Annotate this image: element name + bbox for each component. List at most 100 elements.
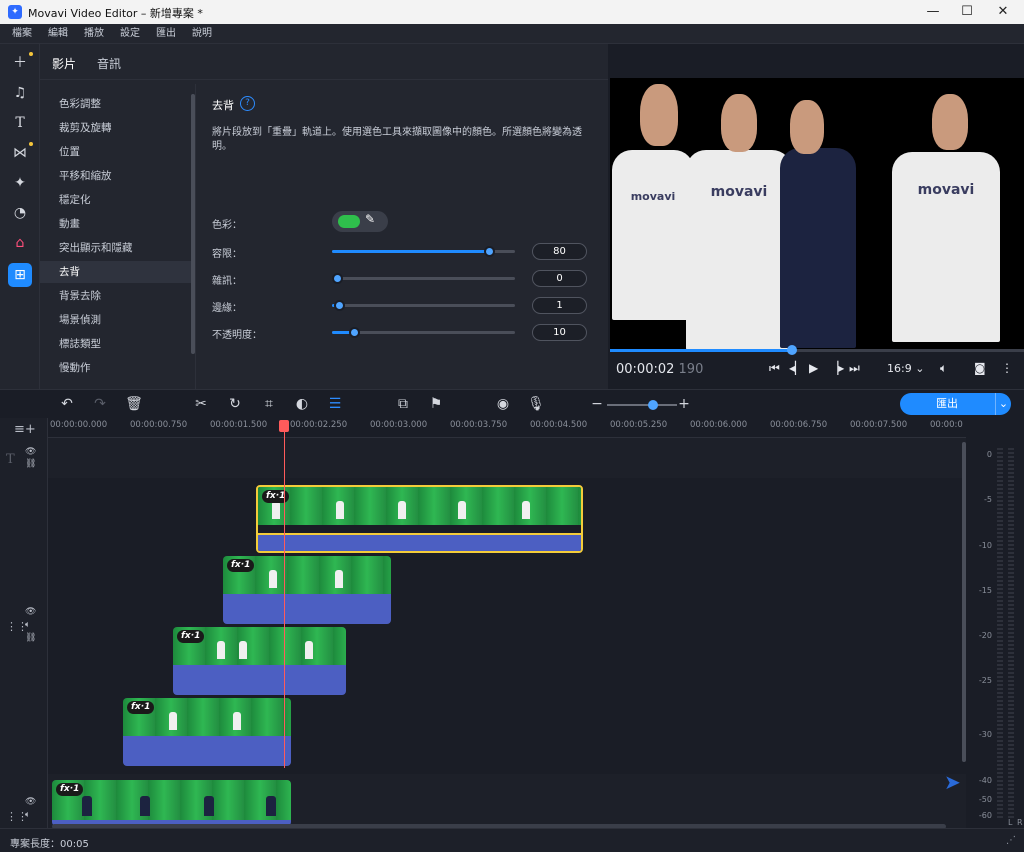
text-icon[interactable]: T: [8, 111, 32, 135]
add-track-icon[interactable]: ≡+: [14, 422, 36, 437]
time-ruler[interactable]: 00:00:00.000 00:00:00.750 00:00:01.500 0…: [48, 418, 966, 438]
slider-thumb[interactable]: [349, 327, 360, 338]
menu-file[interactable]: 檔案: [4, 24, 40, 44]
effect-item[interactable]: 穩定化: [40, 189, 192, 211]
skip-start-icon[interactable]: ⏮: [769, 361, 780, 376]
resize-grip-icon[interactable]: ⋰: [1006, 835, 1016, 846]
seek-thumb[interactable]: [787, 345, 797, 355]
fx-badge[interactable]: fx·1: [177, 630, 205, 643]
color-swatch[interactable]: [338, 215, 360, 228]
crop-icon[interactable]: ⌗: [260, 396, 278, 412]
aspect-ratio-select[interactable]: 16:9 ⌄: [887, 362, 924, 375]
video-clip[interactable]: fx·1: [173, 627, 346, 695]
slider-thumb[interactable]: [484, 246, 495, 257]
video-clip-selected[interactable]: fx·1: [256, 485, 583, 553]
undo-icon[interactable]: ↶: [58, 396, 76, 412]
noise-value[interactable]: 0: [532, 270, 587, 287]
zoom-out-icon[interactable]: −: [588, 396, 606, 412]
video-clip[interactable]: fx·1: [223, 556, 391, 624]
eyedropper-icon[interactable]: ✎: [365, 212, 375, 226]
main-video-clip[interactable]: fx·1: [52, 780, 291, 826]
effect-item[interactable]: 平移和縮放: [40, 165, 192, 187]
effect-item[interactable]: 裁剪及旋轉: [40, 117, 192, 139]
transition-wizard-icon[interactable]: ⧉: [394, 396, 412, 412]
minimize-button[interactable]: —: [916, 2, 950, 22]
edges-slider[interactable]: [332, 300, 515, 311]
effect-item[interactable]: 慢動作: [40, 357, 192, 379]
music-icon[interactable]: ♫: [8, 81, 32, 105]
microphone-icon[interactable]: 🎙︎: [527, 396, 545, 412]
menu-help[interactable]: 說明: [184, 24, 220, 44]
visibility-icon[interactable]: 👁︎: [25, 447, 36, 457]
redo-icon[interactable]: ↷: [91, 396, 109, 412]
tolerance-slider[interactable]: [332, 246, 515, 257]
zoom-thumb[interactable]: [648, 400, 658, 410]
opacity-slider[interactable]: [332, 327, 515, 338]
maximize-button[interactable]: ☐: [950, 2, 984, 22]
link-icon[interactable]: ⛓︎: [25, 459, 36, 469]
playhead-handle[interactable]: [279, 420, 289, 432]
sticker-icon[interactable]: ◔: [8, 201, 32, 225]
close-button[interactable]: ✕: [986, 2, 1020, 22]
noise-slider[interactable]: [332, 273, 515, 284]
menu-settings[interactable]: 設定: [112, 24, 148, 44]
rotate-icon[interactable]: ↻: [226, 396, 244, 412]
menu-export[interactable]: 匯出: [148, 24, 184, 44]
tab-audio[interactable]: 音訊: [97, 55, 121, 72]
tab-video[interactable]: 影片: [52, 55, 76, 72]
effect-item[interactable]: 動畫: [40, 213, 192, 235]
link-icon[interactable]: ⛓︎: [25, 633, 36, 643]
menu-playback[interactable]: 播放: [76, 24, 112, 44]
effect-item[interactable]: 位置: [40, 141, 192, 163]
mute-icon[interactable]: 🔈︎: [25, 810, 30, 820]
effects-scrollbar[interactable]: [191, 94, 195, 354]
marker-icon[interactable]: ⚑: [427, 396, 445, 412]
color-adjust-icon[interactable]: ◐: [293, 396, 311, 412]
edges-value[interactable]: 1: [532, 297, 587, 314]
seek-bar[interactable]: [610, 345, 1024, 355]
mute-icon[interactable]: 🔈︎: [25, 620, 30, 630]
video-preview[interactable]: movavi movavi movavi: [610, 78, 1024, 350]
effect-item[interactable]: 色彩調整: [40, 93, 192, 115]
visibility-icon[interactable]: 👁︎: [25, 797, 36, 807]
export-button[interactable]: 匯出 ⌄: [900, 393, 1011, 415]
zoom-in-icon[interactable]: +: [675, 396, 693, 412]
skip-end-icon[interactable]: ⏭: [849, 361, 860, 376]
play-icon[interactable]: ▶: [809, 361, 818, 375]
help-icon[interactable]: ?: [240, 96, 255, 111]
tolerance-value[interactable]: 80: [532, 243, 587, 260]
volume-icon[interactable]: 🔈︎: [940, 361, 947, 376]
menu-edit[interactable]: 編輯: [40, 24, 76, 44]
effect-item[interactable]: 標誌類型: [40, 333, 192, 355]
visibility-icon[interactable]: 👁︎: [25, 607, 36, 617]
prev-frame-icon[interactable]: ◂▏: [789, 361, 804, 375]
effect-item[interactable]: 突出顯示和隱藏: [40, 237, 192, 259]
snapshot-icon[interactable]: ◙: [974, 361, 986, 375]
delete-icon[interactable]: 🗑︎: [125, 396, 143, 412]
filter-icon[interactable]: ⌂: [8, 231, 32, 255]
fx-badge[interactable]: fx·1: [56, 783, 84, 796]
title-lane[interactable]: [48, 438, 966, 478]
webcam-icon[interactable]: ◉: [494, 396, 512, 412]
clip-properties-icon[interactable]: ☰: [326, 396, 344, 412]
video-clip[interactable]: fx·1: [123, 698, 291, 766]
slider-thumb[interactable]: [332, 273, 343, 284]
tool-sidebar: ＋ ♫ T ⋈ ✦ ◔ ⌂ ⊞: [0, 44, 40, 389]
fx-badge[interactable]: fx·1: [127, 701, 155, 714]
export-dropdown-icon[interactable]: ⌄: [995, 393, 1011, 415]
fx-badge[interactable]: fx·1: [262, 490, 290, 503]
more-tools-icon[interactable]: ⊞: [8, 263, 32, 287]
effect-item[interactable]: 場景偵測: [40, 309, 192, 331]
color-picker[interactable]: ✎: [332, 211, 388, 232]
next-frame-icon[interactable]: ▕▸: [829, 361, 844, 375]
export-label[interactable]: 匯出: [900, 393, 994, 415]
cut-icon[interactable]: ✂: [192, 396, 210, 412]
effect-item[interactable]: 背景去除: [40, 285, 192, 307]
opacity-value[interactable]: 10: [532, 324, 587, 341]
magic-icon[interactable]: ✦: [8, 171, 32, 195]
zoom-slider[interactable]: [607, 404, 677, 406]
fx-badge[interactable]: fx·1: [227, 559, 255, 572]
slider-thumb[interactable]: [334, 300, 345, 311]
more-options-icon[interactable]: ⋮: [1001, 361, 1013, 375]
effect-item-selected[interactable]: 去背: [40, 261, 192, 283]
